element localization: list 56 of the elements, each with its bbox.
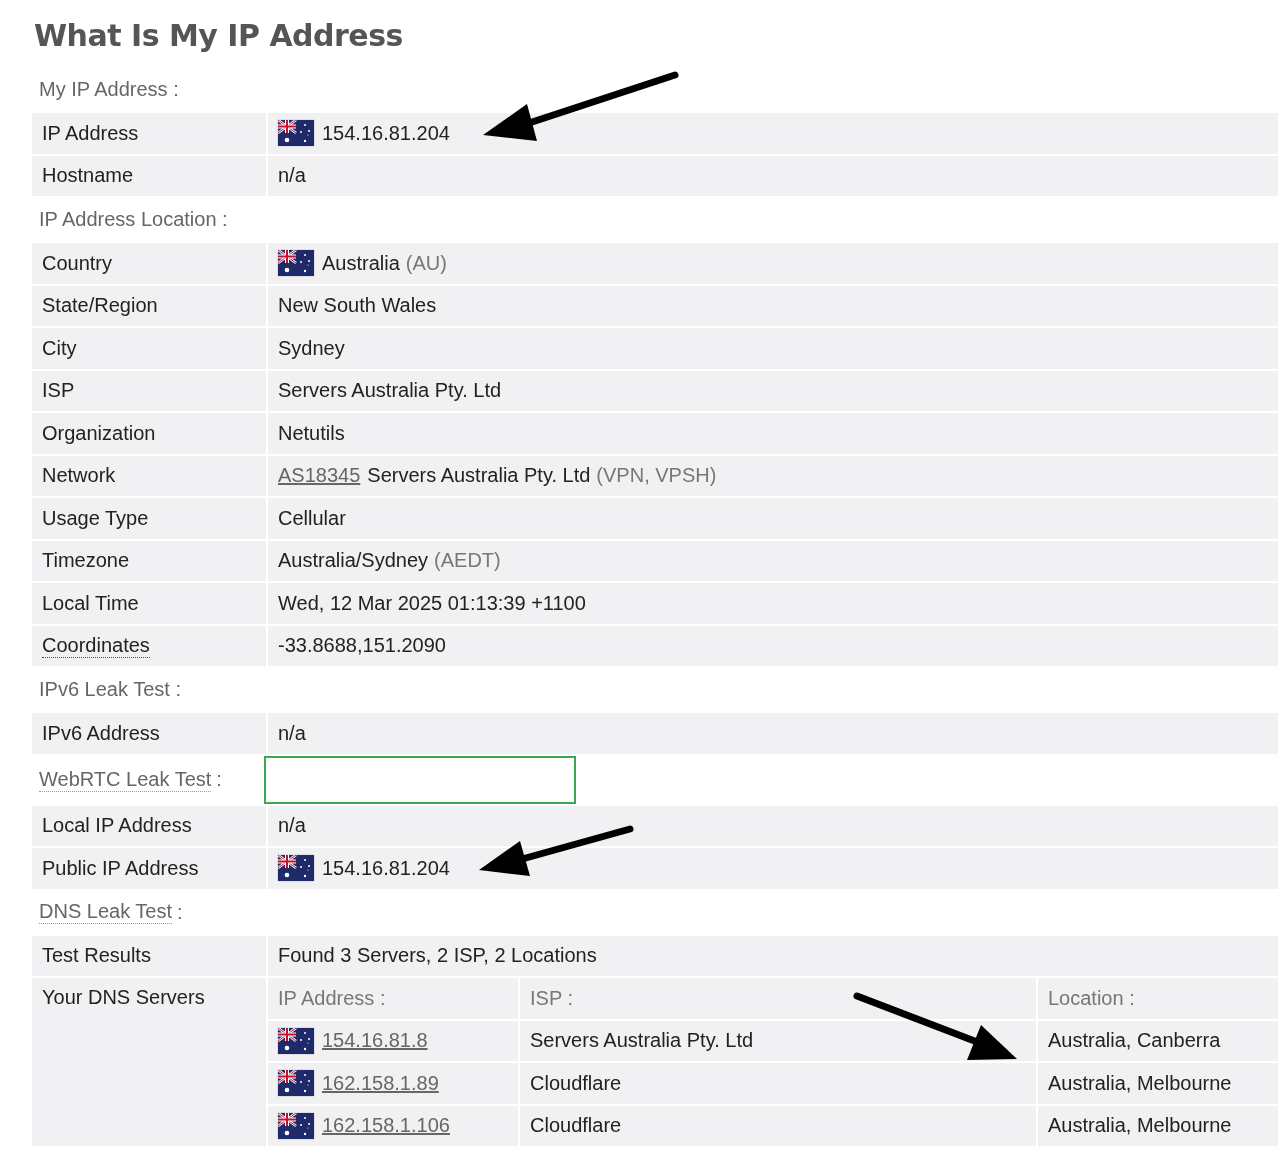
column-header: Location : [1048,986,1135,1010]
section-heading: My IP Address : [39,78,179,101]
table-cell: Australia, Melbourne [1048,1071,1232,1095]
row-label: Organization [42,421,156,445]
row-label: Local Time [42,591,139,615]
row-label: IPv6 Address [42,721,160,745]
row-label: City [42,336,77,360]
value-text: Netutils [278,421,345,445]
row-label: Hostname [42,164,134,188]
row-label: Timezone [42,549,130,573]
table-cell: Australia, Melbourne [1048,1114,1232,1138]
table-cell: Cloudflare [530,1114,622,1138]
value-note: (VPN, VPSH) [596,464,717,488]
table-cell: Cloudflare [530,1071,622,1095]
value-text: n/a [278,721,306,745]
section-heading: IPv6 Leak Test : [39,678,181,701]
value-text: 154.16.81.204 [322,121,450,145]
row-label: Local IP Address [42,814,192,838]
row-label: Network [42,464,116,488]
heading-colon: : [177,900,183,924]
row-label: Country [42,251,113,275]
value-text: Cellular [278,506,346,530]
value-note: (AU) [405,251,447,275]
value-text: Sydney [278,336,345,360]
column-header: IP Address : [278,986,386,1010]
value-text: Found 3 Servers, 2 ISP, 2 Locations [278,944,597,968]
section-heading[interactable]: WebRTC Leak Test [39,767,212,792]
flag-icon [278,1027,314,1054]
page-title: What Is My IP Address [34,17,404,55]
row-label: Usage Type [42,506,149,530]
value-text: Servers Australia Pty. Ltd [367,464,591,488]
table-cell: Servers Australia Pty. Ltd [530,1029,754,1053]
value-text: New South Wales [278,294,437,318]
section-heading: IP Address Location : [39,208,228,231]
value-text: Australia/Sydney [278,549,429,573]
value-text: -33.8688,151.2090 [278,634,446,658]
column-header: ISP : [530,986,573,1010]
row-label: Public IP Address [42,856,199,880]
flag-icon [278,1112,314,1139]
value-text: Servers Australia Pty. Ltd [278,379,502,403]
value-text: 154.16.81.204 [322,856,450,880]
flag-icon [278,1070,314,1097]
row-label: State/Region [42,294,158,318]
row-label: IP Address [42,121,139,145]
value-text: Wed, 12 Mar 2025 01:13:39 +1100 [278,591,586,615]
heading-colon: : [216,768,222,791]
table-cell: Australia, Canberra [1048,1029,1221,1053]
row-label: ISP [42,379,75,403]
value-note: (AEDT) [434,549,501,573]
value-text: n/a [278,164,306,188]
value-text: Australia [322,251,400,275]
network-link[interactable]: AS18345 [278,464,361,488]
row-label: Your DNS Servers [42,986,205,1009]
value-text: n/a [278,814,306,838]
row-label: Test Results [42,944,151,968]
section-heading[interactable]: DNS Leak Test [39,900,173,924]
